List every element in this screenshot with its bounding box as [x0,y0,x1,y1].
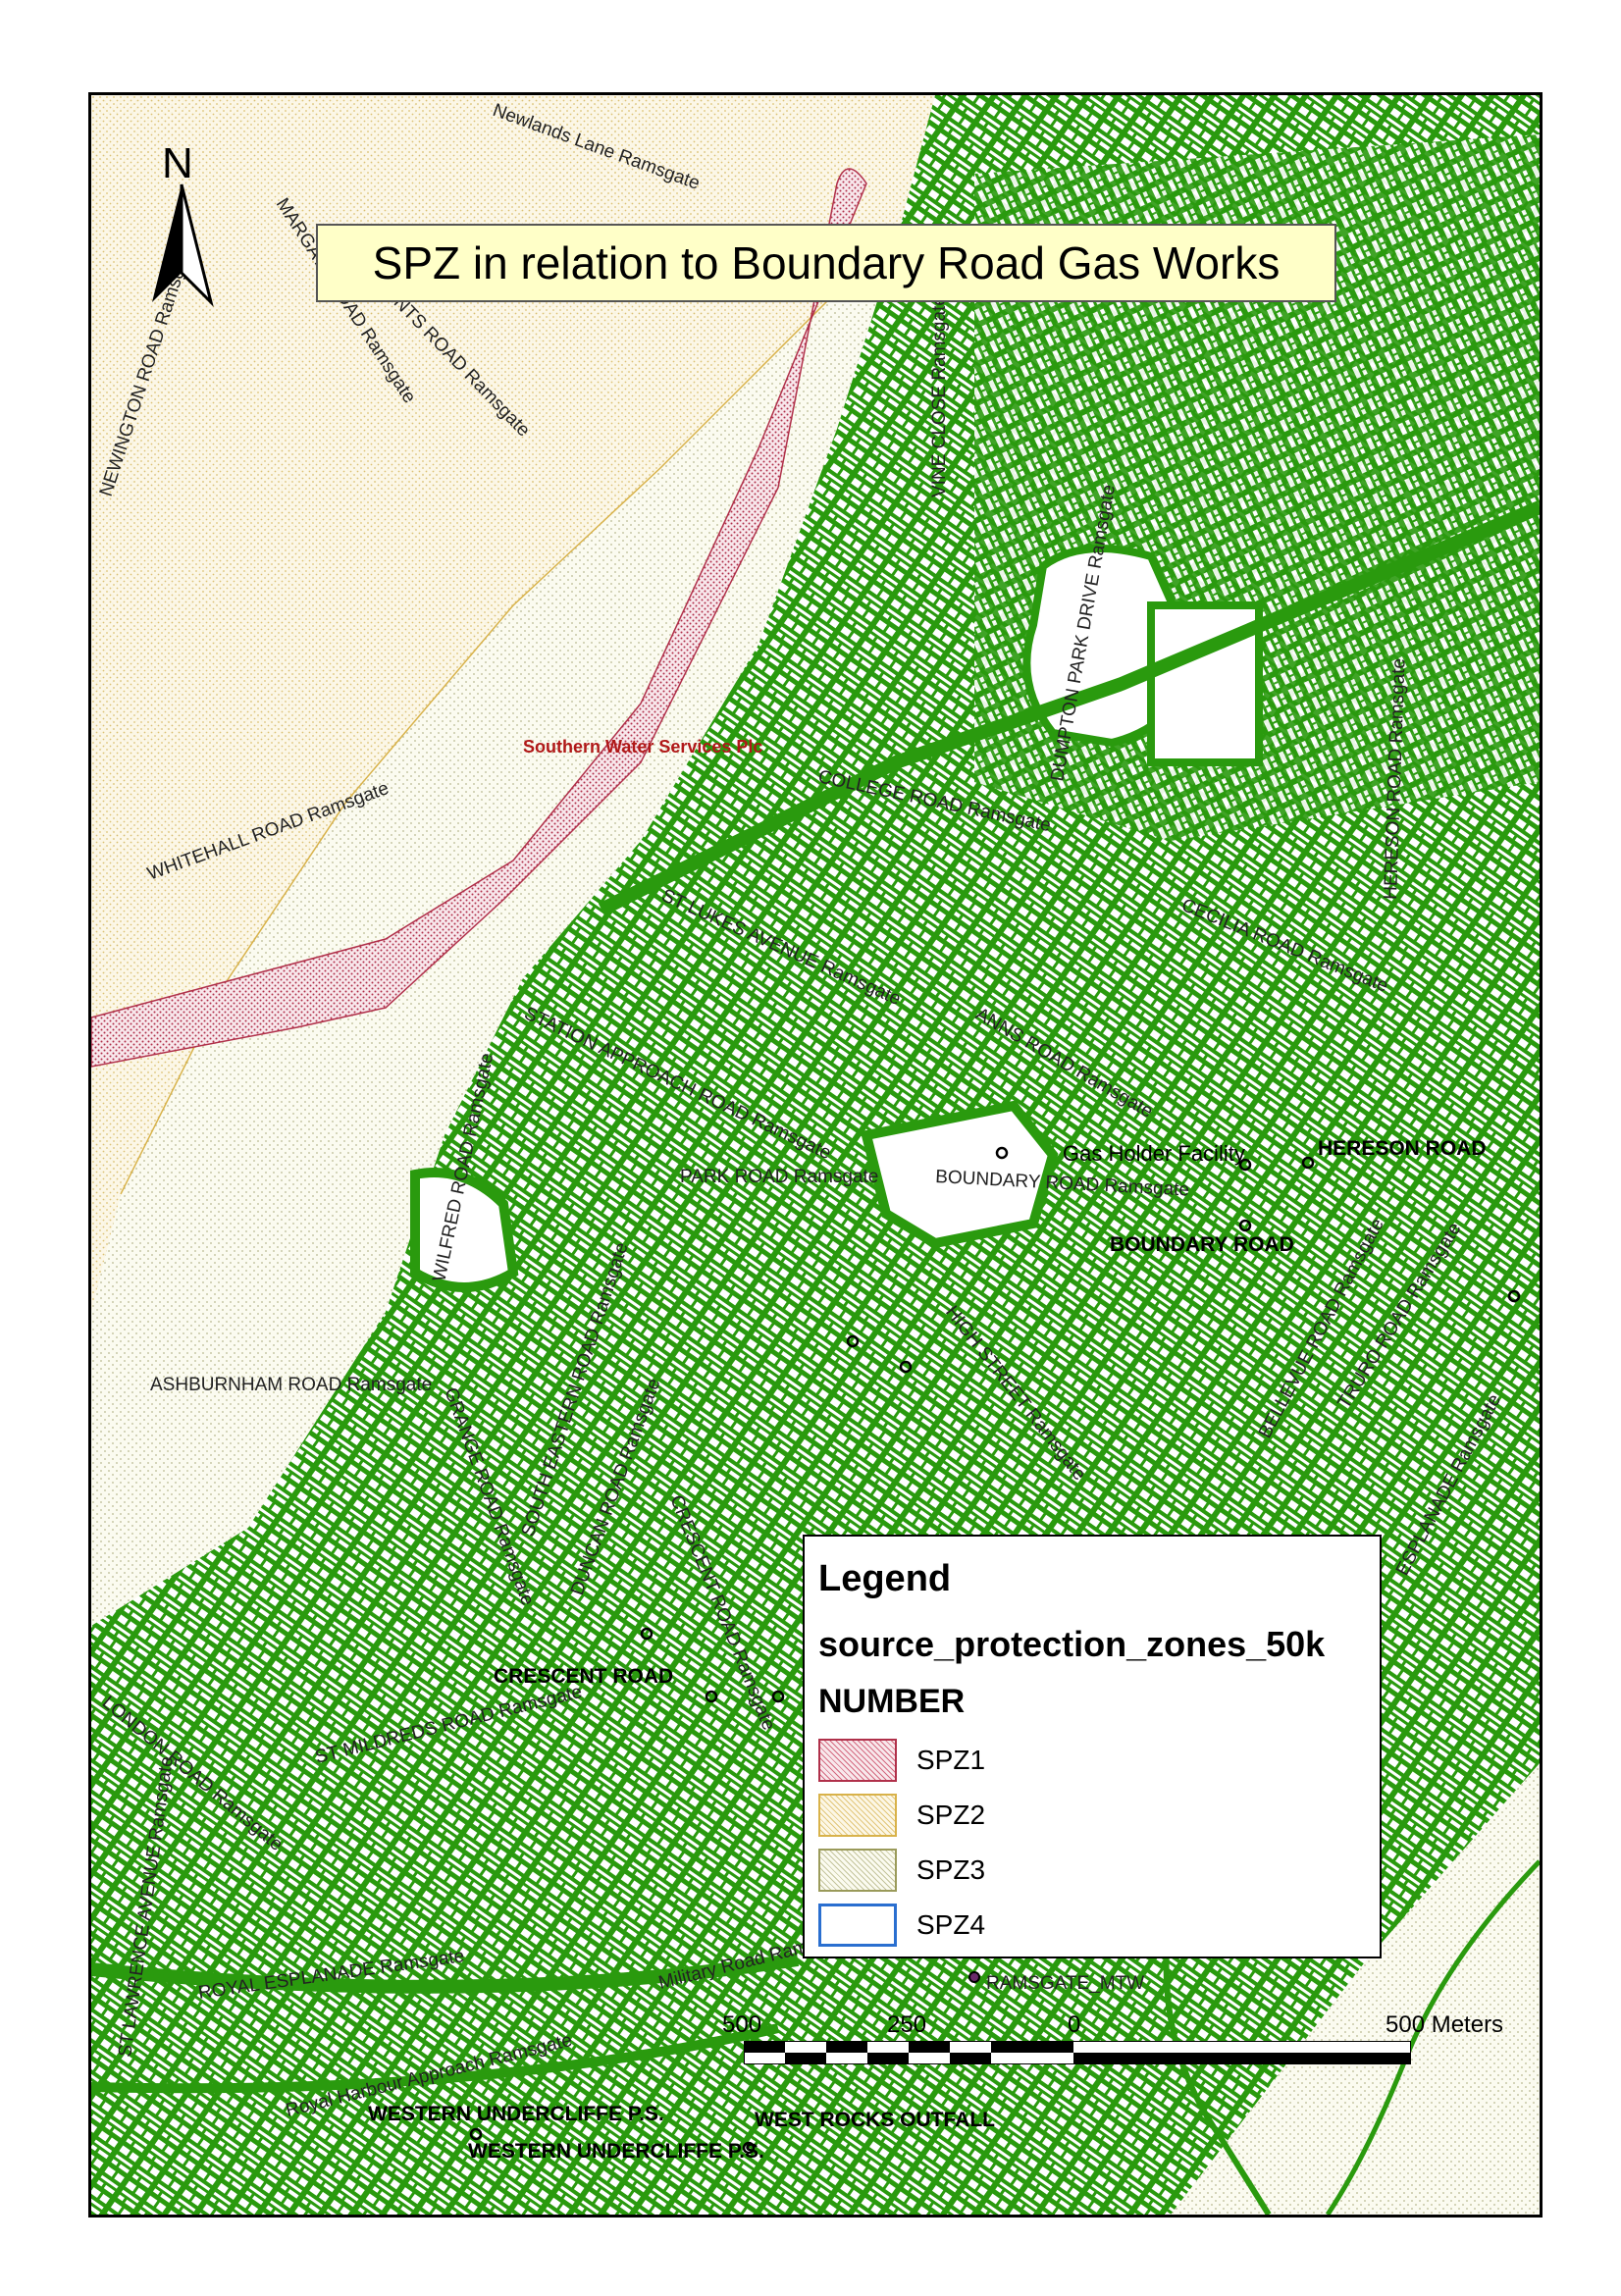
legend-title: Legend [818,1558,952,1599]
site-label-western-undercliffe-2: WESTERN UNDERCLIFFE P.S. [468,2140,764,2163]
legend-label-spz4: SPZ4 [916,1909,986,1940]
legend-layer-name: source_protection_zones_50k [818,1624,1326,1664]
map-title: SPZ in relation to Boundary Road Gas Wor… [316,224,1336,302]
site-label-west-rocks-outfall: WEST ROCKS OUTFALL [755,2109,995,2131]
scale-bar: 500 250 0 500 Meters [722,2011,1537,2080]
legend-label-spz2: SPZ2 [916,1800,986,1830]
scale-tick-500-left: 500 [722,2011,762,2038]
legend-swatch-spz1 [818,1739,897,1782]
site-label-crescent-road: CRESCENT ROAD [494,1665,673,1688]
scale-tick-0: 0 [1068,2011,1081,2038]
map-title-text: SPZ in relation to Boundary Road Gas Wor… [372,237,1281,288]
legend-item-spz3: SPZ3 [818,1843,1366,1898]
legend-item-spz4: SPZ4 [818,1898,1366,1953]
legend-label-spz1: SPZ1 [916,1745,986,1775]
owner-label: Southern Water Services Plc [523,737,762,757]
scale-bar-graphic [744,2041,1411,2064]
legend-label-spz3: SPZ3 [916,1854,986,1885]
scale-tick-500-meters: 500 Meters [1386,2011,1504,2038]
legend-field-name: NUMBER [818,1683,966,1720]
legend: Legend source_protection_zones_50k NUMBE… [803,1535,1382,1958]
road-label-park-road: PARK ROAD Ramsgate [680,1167,878,1187]
legend-item-spz1: SPZ1 [818,1733,1366,1788]
legend-item-spz2: SPZ2 [818,1788,1366,1843]
scale-tick-250: 250 [887,2011,927,2038]
gas-holder-label: Gas Holder Facility [1063,1141,1245,1166]
legend-swatch-spz4 [818,1904,897,1947]
site-label-western-undercliffe-1: WESTERN UNDERCLIFFE P.S. [368,2103,664,2125]
road-label-ashburnham-road: ASHBURNHAM ROAD Ramsgate [150,1375,432,1395]
north-arrow-icon [152,183,214,307]
legend-swatch-spz2 [818,1794,897,1837]
road-label-vine-close: VINE CLOSE Ramsgate [929,295,950,497]
site-point-ramsgate-mtw[interactable] [968,1971,980,1983]
legend-swatch-spz3 [818,1849,897,1892]
site-label-hereson-road: HERESON ROAD [1318,1137,1487,1160]
site-label-boundary-road: BOUNDARY ROAD [1110,1233,1294,1256]
site-label-ramsgate-mtw: RAMSGATE_MTW [986,1973,1144,1994]
